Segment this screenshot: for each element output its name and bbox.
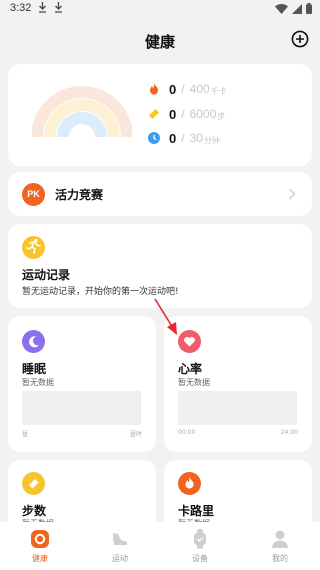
tab-profile-label: 我的: [272, 554, 288, 563]
status-bar: 3:32: [0, 0, 320, 18]
steps-unit: 步: [217, 111, 226, 121]
download-icon: [55, 2, 62, 13]
tab-device-label: 设备: [192, 554, 208, 563]
sleep-axis-end: 昼时: [129, 431, 142, 438]
calorie-unit: 千卡: [210, 86, 227, 96]
heart-axis-start: 00:00: [178, 429, 196, 436]
page-title: 健康: [144, 33, 175, 51]
heart-rate-title: 心率: [178, 362, 203, 376]
heart-axis-end: 24:00: [280, 429, 298, 436]
footprint-icon: [22, 472, 45, 495]
flame-icon: [150, 83, 158, 95]
separator: /: [181, 82, 185, 96]
activity-summary-card[interactable]: 0 / 400 千卡 0 / 6000 步 0 / 30 分钟: [8, 64, 312, 166]
status-time: 3:32: [10, 2, 32, 14]
sport-shoe-icon: [113, 533, 127, 545]
duration-value: 0: [169, 130, 177, 146]
tab-device[interactable]: 设备: [160, 522, 240, 570]
heart-rate-card[interactable]: 心率 暂无数据 00:00 24:00: [164, 316, 312, 452]
annotation-arrow: [154, 298, 177, 335]
tab-sport[interactable]: 运动: [80, 522, 160, 570]
tab-profile[interactable]: 我的: [240, 522, 320, 570]
app-header: 健康: [0, 18, 320, 62]
calorie-value: 0: [169, 81, 177, 97]
duration-unit: 分钟: [203, 135, 220, 145]
sleep-axis-start: 昼: [22, 431, 29, 438]
calories-title: 卡路里: [178, 504, 215, 518]
status-icons: [275, 3, 312, 14]
steps-goal: 6000: [189, 107, 217, 121]
duration-goal: 30: [189, 131, 203, 145]
sleep-subtitle: 暂无数据: [22, 378, 54, 387]
activity-rings-chart: [32, 86, 132, 138]
download-icon: [39, 2, 46, 13]
separator: /: [181, 131, 185, 145]
health-icon: [31, 530, 49, 548]
heart-rate-subtitle: 暂无数据: [178, 378, 210, 387]
pk-badge: PK: [22, 183, 45, 206]
tab-health-label: 健康: [32, 554, 48, 563]
wifi-icon: [275, 3, 288, 14]
sleep-card[interactable]: 睡眠 暂无数据 昼 昼时: [8, 316, 156, 452]
flame-icon: [178, 472, 201, 495]
add-icon[interactable]: [291, 30, 309, 48]
tab-health[interactable]: 健康: [0, 522, 80, 570]
steps-value: 0: [169, 106, 177, 122]
watch-icon: [194, 529, 206, 549]
separator: /: [181, 107, 185, 121]
bottom-tab-bar: 健康 运动 设备 我的: [0, 522, 320, 570]
duration-metric: 0 / 30 分钟: [148, 129, 220, 147]
sport-record-title: 运动记录: [22, 268, 71, 282]
running-icon: [22, 236, 45, 259]
clock-icon: [148, 132, 160, 144]
footprint-icon: [149, 109, 159, 119]
moon-icon: [22, 330, 45, 353]
sleep-chart-area: [22, 391, 141, 425]
steps-metric: 0 / 6000 步: [148, 105, 225, 123]
calorie-metric: 0 / 400 千卡: [148, 80, 227, 98]
signal-icon: [292, 3, 302, 14]
steps-title: 步数: [22, 504, 47, 518]
battery-icon: [306, 3, 312, 14]
sleep-title: 睡眠: [22, 362, 47, 376]
tab-sport-label: 运动: [112, 554, 128, 563]
calorie-goal: 400: [189, 82, 210, 96]
chevron-right-icon: [289, 188, 296, 200]
profile-icon: [272, 530, 288, 548]
pk-label: 活力竞赛: [55, 188, 104, 202]
vitality-competition-card[interactable]: PK 活力竞赛: [8, 172, 312, 216]
heart-rate-chart-area: [178, 391, 297, 425]
